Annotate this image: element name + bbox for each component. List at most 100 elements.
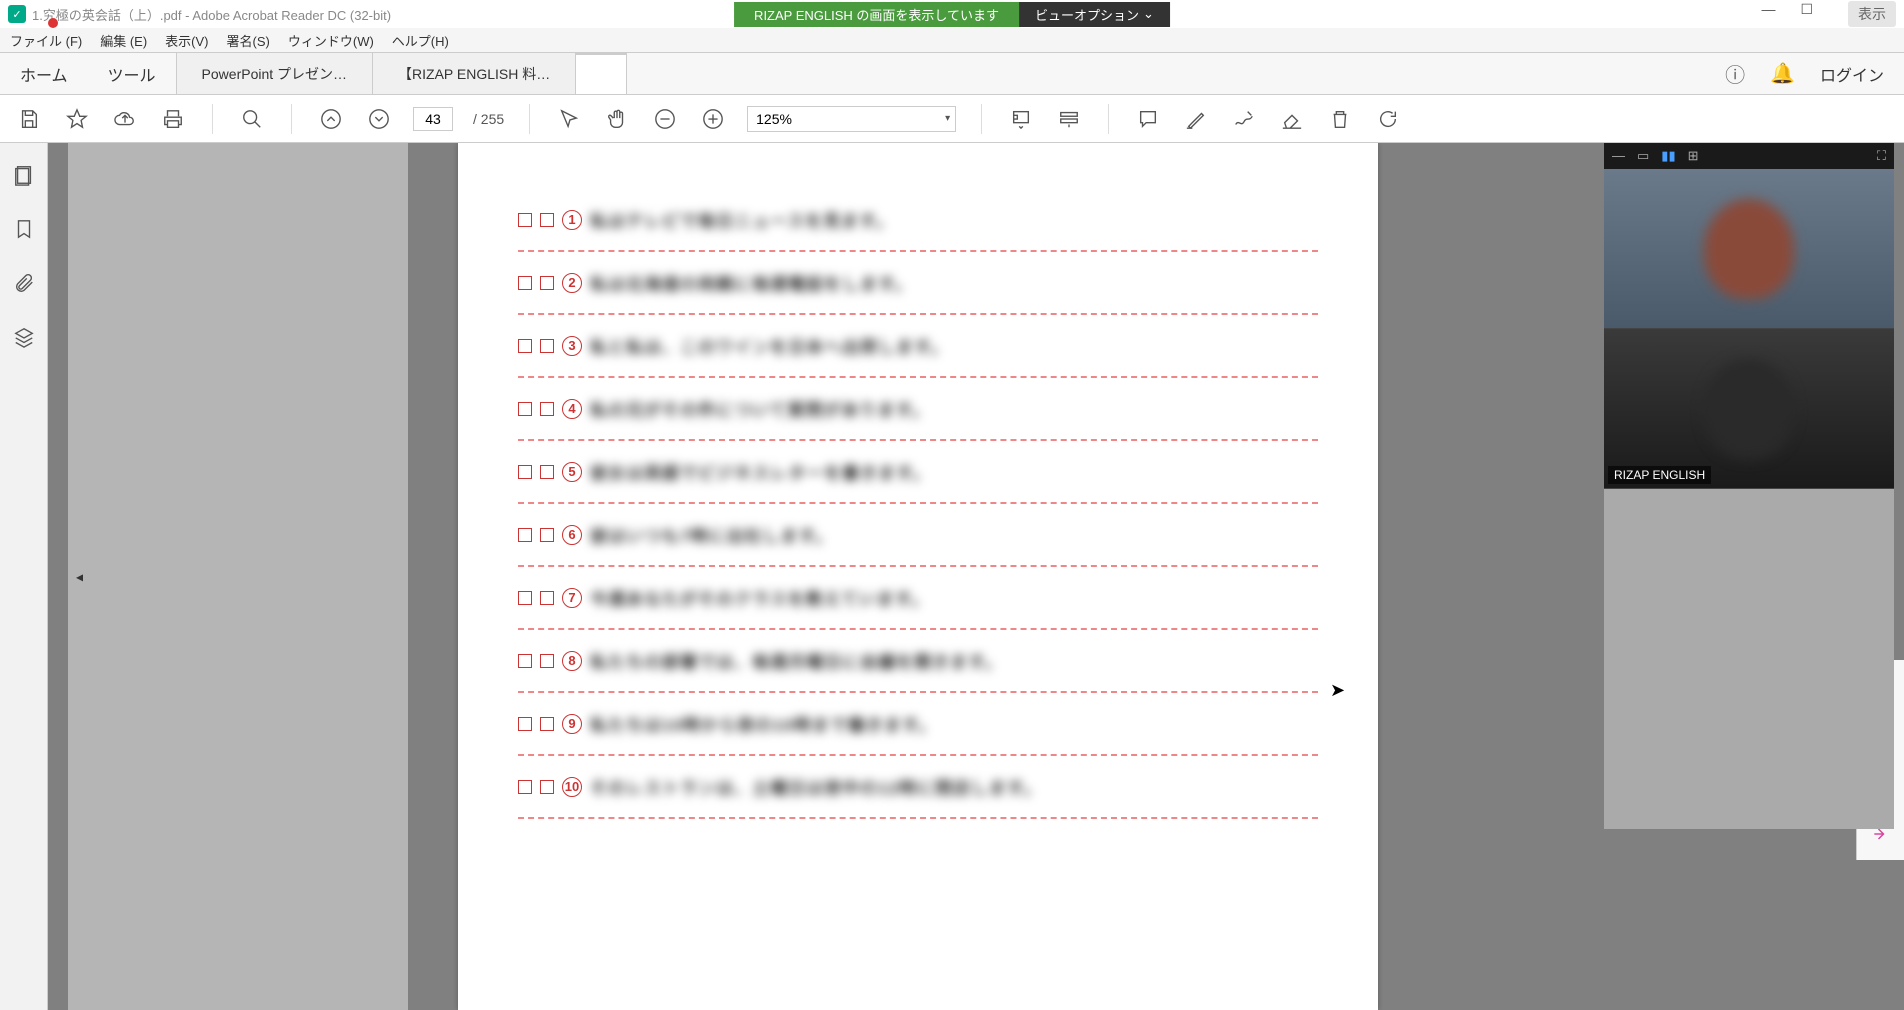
checkbox[interactable] (518, 780, 532, 794)
save-icon[interactable] (15, 105, 43, 133)
delete-icon[interactable] (1326, 105, 1354, 133)
checkbox[interactable] (518, 402, 532, 416)
checkbox[interactable] (518, 213, 532, 227)
menu-window[interactable]: ウィンドウ(W) (288, 31, 374, 50)
hand-tool-icon[interactable] (603, 105, 631, 133)
thumbnail-panel[interactable]: ◂ (68, 143, 408, 1010)
participant-avatar (1704, 359, 1794, 459)
comment-icon[interactable] (1134, 105, 1162, 133)
checkbox[interactable] (540, 402, 554, 416)
tab-home[interactable]: ホーム (0, 53, 88, 94)
checkbox[interactable] (540, 465, 554, 479)
page-number-input[interactable] (413, 107, 453, 131)
checkbox[interactable] (518, 654, 532, 668)
zoom-select[interactable] (747, 106, 956, 132)
question-number: 5 (562, 462, 582, 482)
checkbox[interactable] (540, 276, 554, 290)
security-shield-icon: ✓ (8, 5, 26, 23)
title-bar: ✓ 1.究極の英会話（上）.pdf - Adobe Acrobat Reader… (0, 0, 1904, 28)
chevron-down-icon: ⌄ (1143, 6, 1154, 22)
menu-edit[interactable]: 編集 (E) (100, 31, 147, 50)
question-text: 彼はいつも7時に出社します。 (590, 522, 1318, 547)
thumbnails-icon[interactable] (12, 163, 36, 187)
checkbox[interactable] (540, 654, 554, 668)
doc-tab-2[interactable] (576, 53, 627, 94)
view-options-dropdown[interactable]: ビューオプション⌄ (1019, 2, 1170, 27)
divider (518, 628, 1318, 630)
rotate-icon[interactable] (1374, 105, 1402, 133)
gallery-view-icon[interactable]: ⊞ (1688, 148, 1699, 164)
attachment-icon[interactable] (12, 271, 36, 295)
checkbox[interactable] (518, 717, 532, 731)
menu-help[interactable]: ヘルプ(H) (392, 31, 449, 50)
draw-icon[interactable] (1230, 105, 1258, 133)
doc-tab-1[interactable]: 【RIZAP ENGLISH 料… (373, 53, 576, 94)
checkbox[interactable] (518, 339, 532, 353)
menu-view[interactable]: 表示(V) (165, 31, 208, 50)
video-minimize-icon[interactable]: — (1612, 148, 1625, 164)
divider (518, 502, 1318, 504)
checkbox[interactable] (540, 213, 554, 227)
checkbox[interactable] (518, 276, 532, 290)
sharing-banner: RIZAP ENGLISH の画面を表示しています (734, 2, 1019, 27)
video-feed-2[interactable]: RIZAP ENGLISH (1604, 329, 1894, 489)
display-toggle-button[interactable]: 表示 (1848, 1, 1896, 27)
bookmark-icon[interactable] (12, 217, 36, 241)
checkbox[interactable] (518, 465, 532, 479)
video-restore-icon[interactable]: ▭ (1637, 148, 1649, 164)
question-number: 9 (562, 714, 582, 734)
doc-tab-0[interactable]: PowerPoint プレゼン… (177, 53, 373, 94)
checkbox[interactable] (518, 591, 532, 605)
page-total-label: / 255 (473, 111, 504, 127)
video-feed-1[interactable] (1604, 169, 1894, 329)
speaker-view-icon[interactable]: ▮▮ (1661, 148, 1675, 164)
maximize-button[interactable]: ☐ (1800, 1, 1813, 27)
selection-tool-icon[interactable] (555, 105, 583, 133)
checkbox[interactable] (518, 528, 532, 542)
fit-width-icon[interactable] (1007, 105, 1035, 133)
print-icon[interactable] (159, 105, 187, 133)
question-text: 私はテレビで毎日ニュースを見ます。 (590, 207, 1318, 232)
checkbox[interactable] (540, 780, 554, 794)
search-icon[interactable] (238, 105, 266, 133)
collapse-panel-icon[interactable]: ◂ (76, 568, 83, 585)
page-down-icon[interactable] (365, 105, 393, 133)
cloud-upload-icon[interactable] (111, 105, 139, 133)
checkbox[interactable] (540, 339, 554, 353)
help-icon[interactable]: ⓘ (1725, 59, 1745, 88)
question-number: 10 (562, 777, 582, 797)
erase-icon[interactable] (1278, 105, 1306, 133)
question-number: 7 (562, 588, 582, 608)
zoom-in-icon[interactable] (699, 105, 727, 133)
page-up-icon[interactable] (317, 105, 345, 133)
question-number: 6 (562, 525, 582, 545)
question-row: 1 私はテレビで毎日ニュースを見ます。 (518, 193, 1318, 246)
question-text: 私と私は、このワインを日本へ出荷します。 (590, 333, 1318, 358)
star-icon[interactable] (63, 105, 91, 133)
divider (518, 817, 1318, 819)
question-text: 今週あなたがそのクラスを教えています。 (590, 585, 1318, 610)
bell-icon[interactable]: 🔔 (1770, 61, 1795, 86)
zoom-out-icon[interactable] (651, 105, 679, 133)
menu-sign[interactable]: 署名(S) (227, 31, 270, 50)
tab-tools[interactable]: ツール (88, 53, 177, 94)
read-mode-icon[interactable] (1055, 105, 1083, 133)
highlight-icon[interactable] (1182, 105, 1210, 133)
participant-avatar (1704, 199, 1794, 299)
question-row: 2 私は北海道の両親に毎週電話をします。 (518, 256, 1318, 309)
question-row: 8 私たちの部署では、毎週月曜日に会議を開きます。 (518, 634, 1318, 687)
divider (518, 754, 1318, 756)
video-fullscreen-icon[interactable]: ⛶ (1877, 148, 1886, 164)
divider (518, 250, 1318, 252)
checkbox[interactable] (540, 591, 554, 605)
menu-file[interactable]: ファイル (F) (10, 31, 82, 50)
question-number: 3 (562, 336, 582, 356)
toolbar: / 255 (0, 95, 1904, 143)
video-call-panel[interactable]: — ▭ ▮▮ ⊞ ⛶ RIZAP ENGLISH (1604, 143, 1894, 829)
checkbox[interactable] (540, 717, 554, 731)
login-button[interactable]: ログイン (1820, 62, 1884, 86)
checkbox[interactable] (540, 528, 554, 542)
layers-icon[interactable] (12, 325, 36, 349)
question-number: 1 (562, 210, 582, 230)
minimize-button[interactable]: — (1761, 1, 1775, 27)
